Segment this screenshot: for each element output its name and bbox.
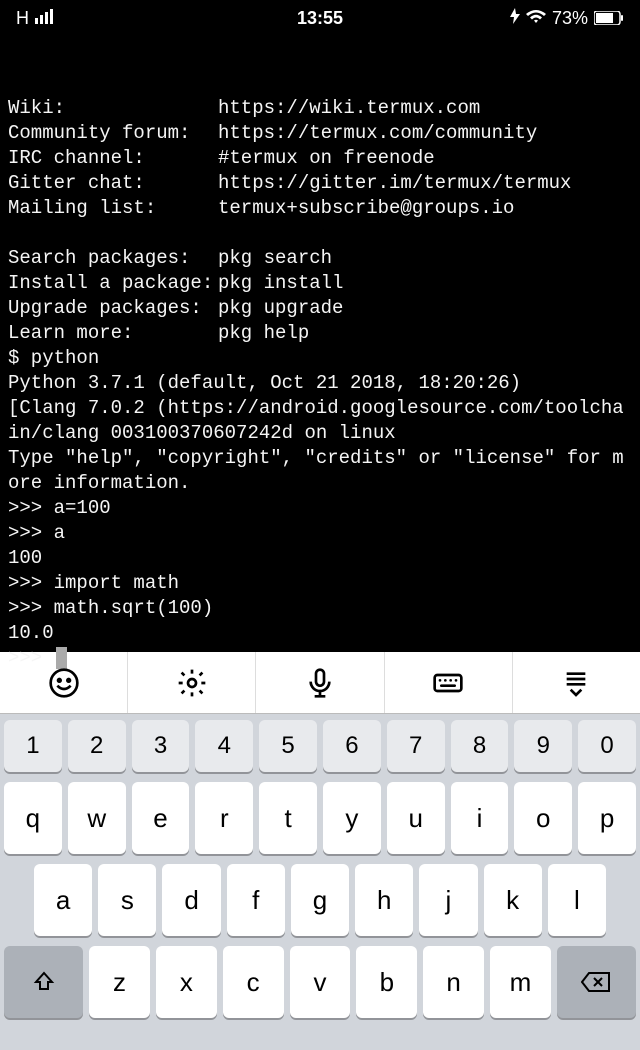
terminal-line <box>8 221 632 246</box>
charging-icon <box>510 8 520 29</box>
key-y[interactable]: y <box>323 782 381 854</box>
key-8[interactable]: 8 <box>451 720 509 772</box>
key-4[interactable]: 4 <box>195 720 253 772</box>
terminal-link-line: IRC channel:#termux on freenode <box>8 146 632 171</box>
key-e[interactable]: e <box>132 782 190 854</box>
terminal-help-line: Learn more:pkg help <box>8 321 632 346</box>
key-m[interactable]: m <box>490 946 551 1018</box>
status-bar: H 13:55 73% <box>0 0 640 36</box>
python-compiler: [Clang 7.0.2 (https://android.googlesour… <box>8 396 632 446</box>
shift-key[interactable] <box>4 946 83 1018</box>
repl-line: 100 <box>8 546 632 571</box>
terminal-link-line: Wiki:https://wiki.termux.com <box>8 96 632 121</box>
voice-input-button[interactable] <box>256 652 384 713</box>
key-l[interactable]: l <box>548 864 606 936</box>
signal-icon <box>35 8 57 29</box>
keyboard-switch-button[interactable] <box>385 652 513 713</box>
keyboard-toolbar <box>0 652 640 714</box>
python-help: Type "help", "copyright", "credits" or "… <box>8 446 632 496</box>
repl-line: >>> import math <box>8 571 632 596</box>
terminal-help-line: Install a package:pkg install <box>8 271 632 296</box>
emoji-button[interactable] <box>0 652 128 713</box>
shell-prompt: $ python <box>8 346 632 371</box>
key-r[interactable]: r <box>195 782 253 854</box>
key-q[interactable]: q <box>4 782 62 854</box>
key-2[interactable]: 2 <box>68 720 126 772</box>
terminal-output[interactable]: Wiki:https://wiki.termux.comCommunity fo… <box>0 36 640 652</box>
key-j[interactable]: j <box>419 864 477 936</box>
key-p[interactable]: p <box>578 782 636 854</box>
key-h[interactable]: h <box>355 864 413 936</box>
terminal-link-line: Mailing list:termux+subscribe@groups.io <box>8 196 632 221</box>
key-s[interactable]: s <box>98 864 156 936</box>
key-3[interactable]: 3 <box>132 720 190 772</box>
battery-icon <box>594 11 624 25</box>
key-t[interactable]: t <box>259 782 317 854</box>
key-5[interactable]: 5 <box>259 720 317 772</box>
repl-line: >>> math.sqrt(100) <box>8 596 632 621</box>
key-d[interactable]: d <box>162 864 220 936</box>
settings-button[interactable] <box>128 652 256 713</box>
backspace-key[interactable] <box>557 946 636 1018</box>
key-c[interactable]: c <box>223 946 284 1018</box>
battery-pct: 73% <box>552 8 588 29</box>
key-9[interactable]: 9 <box>514 720 572 772</box>
key-a[interactable]: a <box>34 864 92 936</box>
key-w[interactable]: w <box>68 782 126 854</box>
key-x[interactable]: x <box>156 946 217 1018</box>
clock: 13:55 <box>297 8 343 29</box>
key-k[interactable]: k <box>484 864 542 936</box>
soft-keyboard: 1234567890 qwertyuiop asdfghjkl zxcvbnm <box>0 714 640 1050</box>
key-o[interactable]: o <box>514 782 572 854</box>
key-0[interactable]: 0 <box>578 720 636 772</box>
key-6[interactable]: 6 <box>323 720 381 772</box>
key-i[interactable]: i <box>451 782 509 854</box>
repl-line: 10.0 <box>8 621 632 646</box>
key-b[interactable]: b <box>356 946 417 1018</box>
terminal-help-line: Upgrade packages:pkg upgrade <box>8 296 632 321</box>
key-f[interactable]: f <box>227 864 285 936</box>
carrier-label: H <box>16 8 29 29</box>
key-1[interactable]: 1 <box>4 720 62 772</box>
key-g[interactable]: g <box>291 864 349 936</box>
repl-line: >>> a=100 <box>8 496 632 521</box>
key-v[interactable]: v <box>290 946 351 1018</box>
python-version: Python 3.7.1 (default, Oct 21 2018, 18:2… <box>8 371 632 396</box>
terminal-link-line: Community forum:https://termux.com/commu… <box>8 121 632 146</box>
key-7[interactable]: 7 <box>387 720 445 772</box>
repl-line: >>> a <box>8 521 632 546</box>
key-u[interactable]: u <box>387 782 445 854</box>
key-n[interactable]: n <box>423 946 484 1018</box>
key-z[interactable]: z <box>89 946 150 1018</box>
terminal-help-line: Search packages:pkg search <box>8 246 632 271</box>
wifi-icon <box>526 8 546 29</box>
collapse-keyboard-button[interactable] <box>513 652 640 713</box>
terminal-link-line: Gitter chat:https://gitter.im/termux/ter… <box>8 171 632 196</box>
